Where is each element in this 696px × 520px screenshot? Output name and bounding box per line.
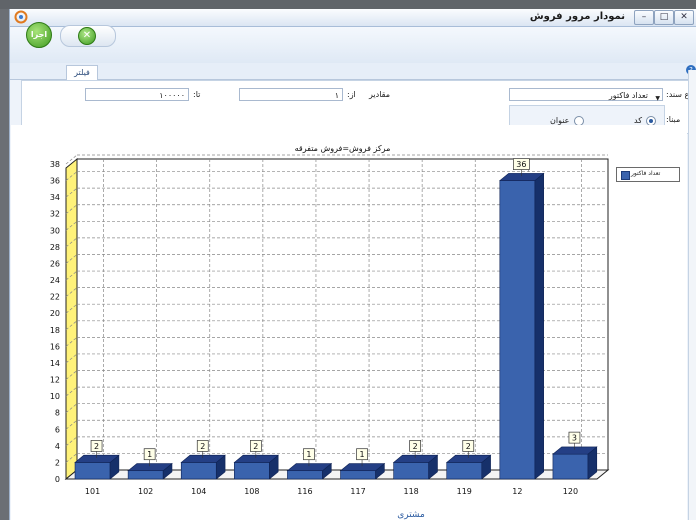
basis-option-code-label: کد: [634, 116, 643, 125]
y-tick-label: 8: [55, 409, 60, 418]
close-window-button[interactable]: ✕: [674, 10, 694, 25]
y-tick-label: 16: [50, 342, 60, 351]
chevron-down-icon: ▼: [655, 95, 660, 102]
y-tick-label: 12: [50, 376, 60, 385]
y-tick-label: 2: [55, 458, 60, 467]
legend-label: تعداد فاکتور: [631, 170, 661, 177]
run-button[interactable]: اجرا: [26, 22, 52, 48]
to-value-input[interactable]: ۱۰۰۰۰۰: [85, 88, 189, 101]
x-tick-label: 108: [244, 487, 259, 496]
desktop-left-strip: [0, 9, 9, 520]
data-label: 1: [147, 450, 152, 459]
bar-chart: 0246810121416182022242628303234363821011…: [50, 144, 610, 520]
bar-front: [499, 180, 536, 480]
bar-front: [446, 462, 483, 480]
title-bar: نمودار مرور فروش – □ ✕: [10, 9, 696, 27]
data-label: 2: [200, 442, 205, 451]
bar-front: [393, 462, 429, 480]
app-logo-icon: [14, 10, 28, 24]
bar-front: [180, 462, 217, 480]
chart-title: مرکز فروش=فروش متفرقه: [295, 144, 391, 153]
doc-type-select[interactable]: تعداد فاکتور ▼: [509, 88, 663, 102]
right-scroll-strip[interactable]: [688, 70, 696, 520]
y-tick-label: 26: [50, 259, 60, 268]
y-tick-label: 28: [50, 243, 60, 252]
data-label: 2: [413, 442, 418, 451]
y-tick-label: 4: [55, 442, 60, 451]
y-tick-label: 18: [50, 326, 60, 335]
x-tick-label: 12: [512, 487, 522, 496]
bar-front: [287, 470, 323, 480]
x-tick-label: 118: [404, 487, 419, 496]
x-tick-label: 120: [563, 487, 578, 496]
x-tick-label: 102: [138, 487, 153, 496]
doc-type-value: تعداد فاکتور: [608, 91, 648, 100]
from-label: از:: [347, 90, 356, 99]
bar-front: [127, 470, 164, 480]
window-title: نمودار مرور فروش: [529, 11, 625, 22]
data-label: 3: [572, 434, 577, 443]
chart-legend: تعداد فاکتور: [616, 167, 680, 182]
x-tick-label: 104: [191, 487, 206, 496]
values-label: مقادیر: [369, 90, 390, 99]
y-tick-label: 32: [50, 210, 60, 219]
bar-front: [340, 470, 376, 480]
y-tick-label: 30: [50, 226, 60, 235]
data-label: 1: [360, 450, 365, 459]
y-tick-label: 6: [55, 425, 60, 434]
close-form-icon[interactable]: ✕: [78, 27, 96, 45]
chart-area: 0 2 4 6 8 10 12 14 16 18 20 22 24 26 28 30 32 34 36 38 2 101 1…: [11, 125, 687, 520]
y-tick-label: 10: [50, 392, 60, 401]
chart-left-wall: [65, 157, 78, 481]
x-tick-label: 116: [297, 487, 312, 496]
x-tick-label: 117: [350, 487, 365, 496]
x-tick-label: 101: [85, 487, 100, 496]
bar-front: [552, 453, 589, 480]
data-label: 2: [253, 442, 258, 451]
y-tick-label: 36: [50, 177, 60, 186]
basis-option-title-label: عنوان: [550, 116, 570, 125]
basis-label: مبنا:: [666, 115, 681, 124]
y-tick-label: 14: [50, 359, 60, 368]
maximize-button[interactable]: □: [654, 10, 674, 25]
data-label: 2: [466, 442, 471, 451]
y-tick-label: 22: [50, 293, 60, 302]
minimize-button[interactable]: –: [634, 10, 654, 25]
bar-front: [234, 462, 270, 480]
from-value-input[interactable]: ۱: [239, 88, 343, 101]
tab-strip: [10, 63, 696, 80]
tab-filter[interactable]: فیلتر: [66, 65, 98, 80]
legend-swatch: [621, 171, 630, 180]
y-tick-label: 38: [50, 160, 60, 169]
bar-side: [534, 172, 544, 480]
x-tick-label: 119: [457, 487, 472, 496]
y-tick-label: 24: [50, 276, 60, 285]
y-tick-label: 34: [50, 193, 60, 202]
data-label: 1: [306, 450, 311, 459]
y-tick-label: 20: [50, 309, 60, 318]
to-label: تا:: [193, 90, 201, 99]
desktop-top-strip: [0, 0, 696, 9]
data-label: 36: [516, 160, 526, 169]
bar-front: [74, 462, 111, 480]
data-label: 2: [94, 442, 99, 451]
x-axis-label: مشتری: [397, 510, 425, 520]
y-tick-label: 0: [55, 475, 60, 484]
